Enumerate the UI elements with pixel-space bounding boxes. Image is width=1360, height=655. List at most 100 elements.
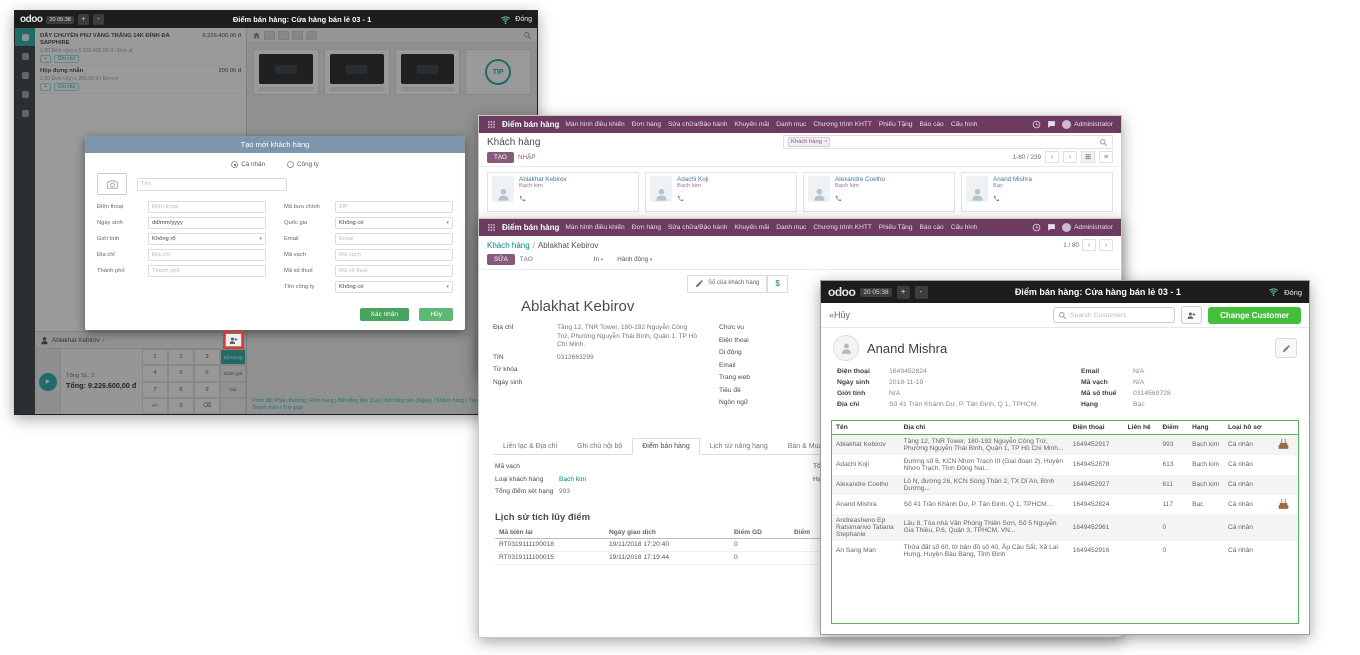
create-button[interactable]: TẠO bbox=[487, 152, 514, 163]
top-menu-item[interactable]: Đơn hàng bbox=[632, 121, 661, 128]
action-menu[interactable]: Hành động ▾ bbox=[617, 256, 652, 263]
customer-row[interactable]: Andreasheno Ep Ratsimarivo Tatiana Steph… bbox=[832, 514, 1298, 541]
top-menu-item[interactable]: Cấu hình bbox=[951, 224, 978, 231]
zoom-out-button[interactable]: - bbox=[93, 14, 104, 25]
search-box[interactable]: Khách hàng× bbox=[783, 135, 1113, 149]
camera-icon[interactable] bbox=[97, 173, 127, 195]
top-menu-item[interactable]: Cấu hình bbox=[951, 121, 978, 128]
zoom-in-button[interactable]: + bbox=[78, 14, 89, 25]
create-button[interactable]: TẠO bbox=[520, 256, 533, 263]
field-select[interactable]: Không có▾ bbox=[335, 281, 453, 293]
phone-icon[interactable] bbox=[993, 190, 1032, 208]
kanban-card[interactable]: Alexandre CoelhoBạch kim bbox=[803, 172, 955, 212]
top-menu-item[interactable]: Khuyến mãi bbox=[734, 224, 769, 231]
apps-menu-icon[interactable] bbox=[487, 223, 496, 232]
field-input[interactable] bbox=[335, 233, 453, 245]
field-input[interactable] bbox=[335, 249, 453, 261]
field-label: Địa chỉ bbox=[97, 252, 143, 258]
top-menu-item[interactable]: Đơn hàng bbox=[632, 224, 661, 231]
zoom-in-button[interactable]: + bbox=[897, 286, 910, 299]
field-input[interactable] bbox=[148, 249, 266, 261]
customer-book-stat-button[interactable]: Số của khách hàng bbox=[687, 275, 767, 293]
top-menu-item[interactable]: Báo cáo bbox=[920, 121, 944, 128]
top-menu-item[interactable]: Danh mục bbox=[776, 224, 806, 231]
import-button[interactable]: NHẬP bbox=[518, 154, 536, 161]
kanban-card[interactable]: Adachi KojiBạch kim bbox=[645, 172, 797, 212]
name-input[interactable] bbox=[137, 178, 287, 191]
activities-icon[interactable] bbox=[1032, 223, 1041, 232]
edit-button[interactable]: SỬA bbox=[487, 254, 515, 265]
activities-icon[interactable] bbox=[1032, 120, 1041, 129]
form-tab[interactable]: Ghi chú nội bộ bbox=[567, 438, 632, 455]
form-tab[interactable]: Điểm bán hàng bbox=[632, 438, 699, 455]
customer-row[interactable]: Ablakhat KebirovTầng 12, TNR Tower, 180-… bbox=[832, 434, 1298, 455]
customer-search-box[interactable] bbox=[1053, 307, 1175, 323]
user-menu[interactable]: Administrator bbox=[1062, 223, 1113, 232]
backend-header: Điểm bán hàng Màn hình điều khiển Đơn hàn… bbox=[479, 116, 1121, 133]
customer-search-input[interactable] bbox=[1070, 312, 1170, 319]
pager-next-button[interactable]: › bbox=[1063, 151, 1077, 163]
customer-row[interactable]: An Sang ManThửa đất số 60, tờ bản đồ số … bbox=[832, 541, 1298, 561]
user-menu[interactable]: Administrator bbox=[1062, 120, 1113, 129]
add-customer-icon[interactable] bbox=[226, 334, 241, 346]
kanban-card[interactable]: Anand MishraBạc bbox=[961, 172, 1113, 212]
pos-title-bar: odoo 20 05:38 + - Điểm bán hàng: Cửa hàn… bbox=[821, 281, 1309, 303]
top-menu-item[interactable]: Sửa chữa/Bảo hành bbox=[668, 121, 727, 128]
back-button[interactable]: «Hủy bbox=[829, 310, 850, 320]
app-name[interactable]: Điểm bán hàng bbox=[502, 120, 559, 129]
list-view-button[interactable]: ≡ bbox=[1099, 151, 1113, 163]
customer-row[interactable]: Adachi KojiĐường số 6, KCN Nhơn Trạch II… bbox=[832, 455, 1298, 475]
field-value[interactable]: Bạch kim bbox=[559, 476, 586, 485]
top-menu-item[interactable]: Báo cáo bbox=[920, 224, 944, 231]
pager-prev-button[interactable]: ‹ bbox=[1082, 239, 1096, 251]
pos-body: DÂY CHUYỀN PNJ VÀNG TRẮNG 14K ĐÍNH ĐÁ SA… bbox=[15, 28, 537, 414]
top-menu-item[interactable]: Khuyến mãi bbox=[734, 121, 769, 128]
field-input[interactable] bbox=[335, 201, 453, 213]
field-input[interactable] bbox=[148, 265, 266, 277]
field-input[interactable] bbox=[148, 217, 266, 229]
pager-next-button[interactable]: › bbox=[1099, 239, 1113, 251]
zoom-out-button[interactable]: - bbox=[915, 286, 928, 299]
customer-row[interactable]: Alexandre CoelhoLô N, đường 26, KCN Sóng… bbox=[832, 475, 1298, 495]
top-menu-item[interactable]: Phiếu Tặng bbox=[879, 224, 913, 231]
top-menu-item[interactable]: Màn hình điều khiển bbox=[565, 224, 624, 231]
breadcrumb-parent[interactable]: Khách hàng bbox=[487, 241, 530, 250]
field-input[interactable] bbox=[148, 201, 266, 213]
edit-customer-button[interactable] bbox=[1275, 338, 1297, 358]
cancel-button[interactable]: Hủy bbox=[419, 308, 453, 321]
field-input[interactable] bbox=[335, 265, 453, 277]
radio-individual[interactable]: Cá nhân bbox=[231, 161, 265, 168]
phone-icon[interactable] bbox=[677, 190, 709, 208]
change-customer-button[interactable]: Change Customer bbox=[1208, 307, 1301, 324]
phone-icon[interactable] bbox=[519, 190, 567, 208]
form-tab[interactable]: Lịch sử nâng hạng bbox=[700, 438, 778, 455]
app-name[interactable]: Điểm bán hàng bbox=[502, 223, 559, 232]
field-select[interactable]: Không rõ▾ bbox=[148, 233, 266, 245]
close-session-button[interactable]: Đóng bbox=[1284, 288, 1302, 297]
apps-menu-icon[interactable] bbox=[487, 120, 496, 129]
messages-icon[interactable] bbox=[1047, 223, 1056, 232]
top-menu-item[interactable]: Danh mục bbox=[776, 121, 806, 128]
kanban-view-button[interactable]: ⊞ bbox=[1081, 151, 1095, 163]
remove-facet-icon[interactable]: × bbox=[824, 139, 827, 145]
field-select[interactable]: Không có▾ bbox=[335, 217, 453, 229]
top-menu-item[interactable]: Chương trình KHTT bbox=[813, 121, 872, 128]
field-label: Điện thoại bbox=[719, 337, 783, 346]
print-menu[interactable]: In ▾ bbox=[594, 256, 604, 263]
close-session-button[interactable]: Đóng bbox=[515, 16, 532, 23]
top-menu-item[interactable]: Màn hình điều khiển bbox=[565, 121, 624, 128]
search-icon[interactable] bbox=[1099, 138, 1108, 147]
customer-row[interactable]: Anand MishraSố 41 Trần Khánh Dư, P. Tân … bbox=[832, 495, 1298, 514]
kanban-card[interactable]: Ablakhat KebirovBạch kim bbox=[487, 172, 639, 212]
phone-icon[interactable] bbox=[835, 190, 885, 208]
top-menu-item[interactable]: Chương trình KHTT bbox=[813, 224, 872, 231]
messages-icon[interactable] bbox=[1047, 120, 1056, 129]
pager-prev-button[interactable]: ‹ bbox=[1045, 151, 1059, 163]
top-menu-item[interactable]: Phiếu Tặng bbox=[879, 121, 913, 128]
confirm-button[interactable]: Xác nhận bbox=[360, 308, 409, 321]
sales-stat-button[interactable]: $ bbox=[767, 275, 787, 293]
radio-company[interactable]: Công ty bbox=[287, 161, 319, 168]
top-menu-item[interactable]: Sửa chữa/Bảo hành bbox=[668, 224, 727, 231]
new-customer-button[interactable] bbox=[1181, 306, 1202, 324]
form-tab[interactable]: Liên lạc & Địa chỉ bbox=[493, 438, 567, 455]
